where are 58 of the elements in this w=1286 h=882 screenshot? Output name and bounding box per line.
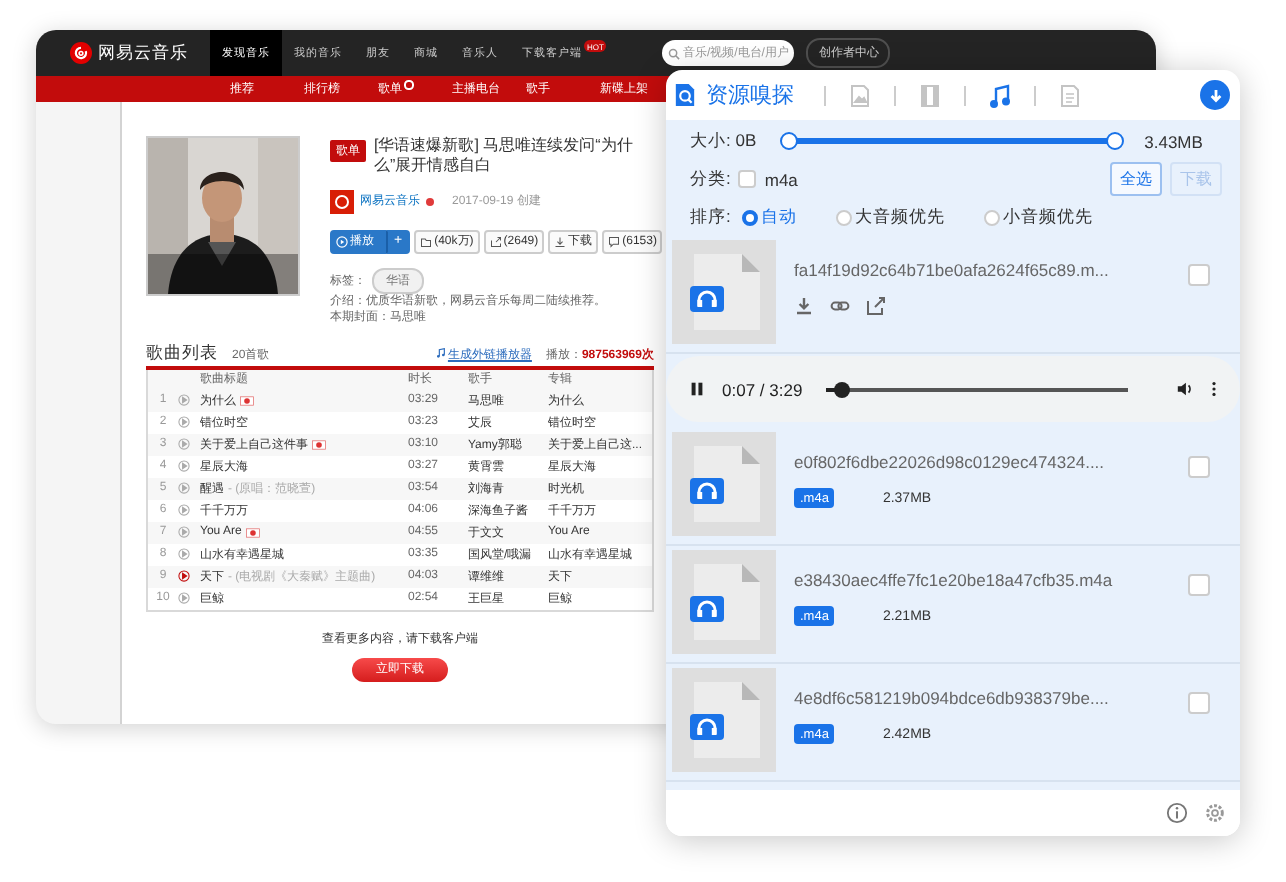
verified-icon [426,197,434,206]
sort-radio[interactable]: 大音频优先 [836,205,945,229]
checkbox[interactable] [1188,456,1210,478]
info-icon[interactable] [1166,802,1188,824]
sort-radio[interactable]: 小音频优先 [984,205,1093,229]
panel-title: 资源嗅探 [706,82,794,110]
file-name: e38430aec4ffe7fc1e20be18a47cfb35.m4a [794,570,1115,590]
play-icon [336,235,348,248]
select-all-button[interactable]: 全选 [1110,162,1162,196]
download-icon [1205,85,1225,105]
comment-icon [608,235,621,248]
song-list-title: 歌曲列表 [146,344,218,363]
share-icon [489,235,502,248]
sort-label: 排序: [690,205,731,229]
note-icon [435,348,446,359]
checkbox[interactable] [1188,574,1210,596]
magnifier-icon [674,82,696,108]
size-range-slider[interactable] [780,132,1125,150]
play-icon[interactable] [178,570,190,583]
share-icon[interactable] [866,296,886,316]
audio-file-icon [672,432,776,536]
audio-file-icon [672,240,776,344]
download-button[interactable] [1200,80,1230,110]
category-label: 分类: [690,167,731,191]
file-name: e0f802f6dbe22026d98c0129ec474324.... [794,452,1107,472]
sort-radio[interactable]: 自动 [742,205,797,229]
link-icon[interactable] [830,296,850,316]
pause-icon[interactable] [688,380,706,398]
category-option: m4a [764,169,798,189]
size-label: 大小: 0B [690,129,757,153]
folder-icon [420,235,433,248]
download-icon [554,235,567,248]
more-icon[interactable] [1210,380,1218,398]
file-item[interactable]: fa14f19d92c64b71be0afa2624f65c89.m... [666,236,1240,354]
music-note-icon[interactable] [988,83,1012,107]
logo-text: 网易云音乐 [98,41,188,65]
size-max: 3.43MB [1144,131,1203,151]
slider-handle[interactable] [1106,132,1125,150]
audio-file-icon [672,668,776,772]
volume-icon[interactable] [1176,380,1194,398]
mv-icon[interactable] [245,527,260,538]
file-name: 4e8df6c581219b094bdce6db938379be.... [794,688,1111,708]
mv-icon[interactable] [240,395,254,406]
avatar-icon [330,189,354,214]
playlist-title: [华语速爆新歌] 马思唯连续发问“为什么”展开情感自白 [374,136,635,178]
search-icon [668,47,681,59]
logo-icon [70,42,92,64]
checkbox[interactable] [738,170,757,188]
checkbox[interactable] [1188,264,1210,286]
mv-icon[interactable] [312,439,326,450]
audio-file-icon [672,550,776,654]
slider-handle[interactable] [780,132,799,150]
settings-icon[interactable] [1204,802,1226,824]
file-name: fa14f19d92c64b71be0afa2624f65c89.m... [794,260,1111,280]
playback-time: 0:07 / 3:29 [722,379,803,399]
checkbox[interactable] [1188,692,1210,714]
progress-handle[interactable] [833,381,850,397]
download-icon[interactable] [794,296,814,316]
